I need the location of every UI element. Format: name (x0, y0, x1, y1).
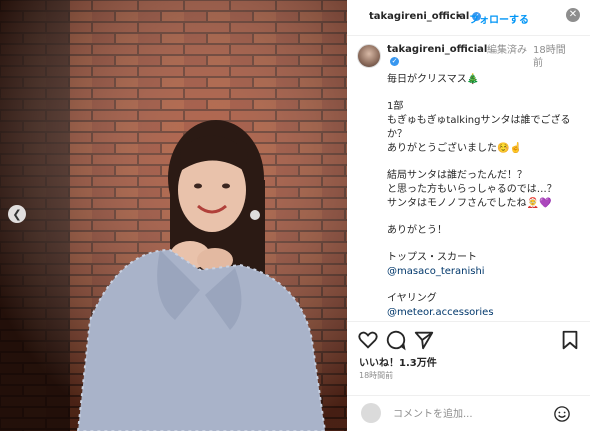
caption-username-text[interactable]: takagireni_official (387, 44, 487, 55)
heart-icon[interactable] (357, 329, 379, 351)
caption-line: 1部 (387, 101, 404, 112)
comment-input[interactable] (391, 405, 545, 423)
caption-line: 結局サンタは誰だったんだ！？ (387, 170, 527, 181)
mention-link[interactable]: @meteor.accessories (387, 306, 583, 317)
caption-line: ありがとう！ (387, 225, 447, 236)
caption-line: 毎日がクリスマス🎄 (387, 74, 480, 85)
close-icon: ✕ (568, 9, 578, 20)
comment-bar (347, 395, 590, 432)
like-count[interactable]: いいね！1.3万件 (359, 354, 437, 369)
share-icon[interactable] (413, 329, 435, 351)
bookmark-icon[interactable] (559, 329, 581, 351)
mention-link[interactable]: @masaco_teranishi (387, 265, 583, 279)
verified-badge-icon: ✓ (390, 56, 399, 66)
caption-line: ありがとうございました☺️☝️ (387, 143, 522, 154)
photo-illustration (0, 0, 347, 431)
post-actions: いいね！1.3万件 18時間前 (347, 321, 590, 402)
caption-line: もぎゅもぎゅtalkingサンタは誰でござるか？ (387, 115, 571, 140)
post-side-panel: takagireni_official ✓ • フォローする ✕ takagire… (347, 0, 590, 431)
smiley-icon[interactable] (553, 405, 571, 423)
separator-dot: • (456, 11, 462, 22)
edited-label: 編集済み (487, 45, 527, 56)
close-button[interactable]: ✕ (566, 8, 580, 22)
caption-line: イヤリング (387, 293, 437, 304)
post-header: takagireni_official ✓ • フォローする ✕ (347, 0, 590, 36)
header-username[interactable]: takagireni_official ✓ (369, 11, 482, 22)
header-username-text[interactable]: takagireni_official (369, 11, 469, 22)
avatar[interactable] (357, 44, 381, 68)
avatar (361, 403, 381, 423)
caption-time: 18時間前 (533, 45, 566, 69)
chevron-left-icon: ❮ (12, 207, 22, 221)
comment-icon[interactable] (385, 329, 407, 351)
caption-line: サンタはモノノフさんでしたね🤶💜 (387, 198, 552, 209)
caption-line: トップス・スカート (387, 252, 477, 263)
previous-photo-button[interactable]: ❮ (8, 205, 26, 223)
post-timestamp: 18時間前 (359, 371, 394, 380)
follow-button[interactable]: フォローする (469, 11, 529, 26)
instagram-post-modal: ❮ takagireni_official ✓ • フォローする ✕ takagi… (0, 0, 590, 431)
caption-area: takagireni_official ✓ 編集済み 18時間前 毎日がクリスマ… (357, 40, 583, 317)
post-photo[interactable]: ❮ (0, 0, 347, 431)
caption-username[interactable]: takagireni_official ✓ (387, 44, 487, 68)
caption-line: と思った方もいらっしゃるのでは…？ (387, 184, 557, 195)
